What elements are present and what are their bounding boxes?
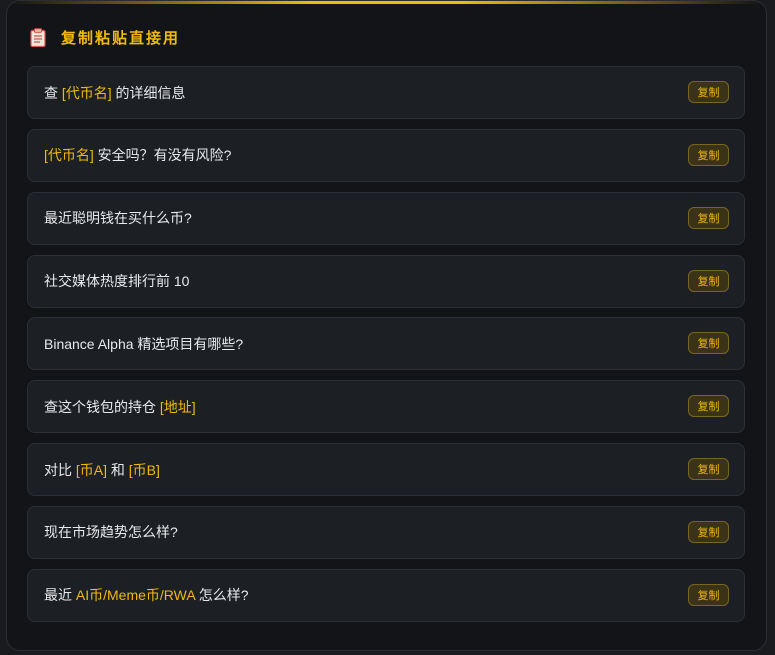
prompt-text-segment: 最近聪明钱在买什么币? bbox=[44, 210, 192, 227]
prompt-text-segment: 查 bbox=[44, 84, 62, 101]
prompt-list: 查 [代币名] 的详细信息 复制 [代币名] 安全吗？有没有风险? 复制 最近聪明钱在买… bbox=[27, 66, 745, 632]
prompt-text-segment: Binance Alpha 精选项目有哪些? bbox=[44, 335, 244, 352]
prompt-row: 查 [代币名] 的详细信息 复制 bbox=[27, 66, 745, 119]
clipboard-icon bbox=[29, 27, 47, 47]
prompt-text: 对比 [币A] 和 [币B] bbox=[44, 460, 160, 480]
prompt-text-segment: 安全吗？有没有风险? bbox=[93, 147, 232, 164]
placeholder-token: [币B] bbox=[128, 461, 160, 478]
card-header: 复制粘贴直接用 bbox=[29, 26, 180, 48]
prompt-row: 查这个钱包的持仓 [地址] 复制 bbox=[27, 380, 745, 434]
prompt-text-segment: 对比 bbox=[44, 461, 76, 478]
prompt-row: 社交媒体热度排行前 10 复制 bbox=[27, 254, 745, 308]
prompt-text: 社交媒体热度排行前 10 bbox=[44, 271, 189, 291]
placeholder-token: [代币名] bbox=[44, 147, 94, 164]
prompt-text-segment: 现在市场趋势怎么样? bbox=[44, 524, 178, 541]
accent-top-line bbox=[7, 1, 766, 4]
prompt-text: 最近聪明钱在买什么币? bbox=[44, 208, 192, 228]
prompt-text: Binance Alpha 精选项目有哪些? bbox=[44, 334, 243, 354]
prompt-row: [代币名] 安全吗？有没有风险? 复制 bbox=[27, 128, 745, 182]
copy-button[interactable]: 复制 bbox=[688, 583, 729, 606]
prompt-text: 查 [代币名] 的详细信息 bbox=[44, 83, 186, 103]
copy-button[interactable]: 复制 bbox=[688, 81, 729, 103]
prompt-row: 现在市场趋势怎么样? 复制 bbox=[27, 505, 745, 559]
copy-button[interactable]: 复制 bbox=[688, 143, 729, 166]
prompt-text-segment: 的详细信息 bbox=[111, 84, 186, 101]
placeholder-token: [代币名] bbox=[61, 84, 112, 101]
prompt-row: 对比 [币A] 和 [币B] 复制 bbox=[27, 443, 745, 497]
copy-button[interactable]: 复制 bbox=[688, 520, 729, 543]
prompt-text: 现在市场趋势怎么样? bbox=[44, 522, 178, 542]
prompt-text: 最近 AI币/Meme币/RWA 怎么样? bbox=[44, 585, 249, 605]
copy-button[interactable]: 复制 bbox=[688, 206, 729, 229]
card-title: 复制粘贴直接用 bbox=[61, 29, 181, 47]
prompt-text-segment: 怎么样? bbox=[194, 587, 249, 604]
prompt-text-segment: 查这个钱包的持仓 bbox=[44, 398, 160, 415]
prompt-card: 复制粘贴直接用 查 [代币名] 的详细信息 复制 [代币名] 安全吗？有没有风险? 复… bbox=[6, 0, 767, 651]
prompt-row: 最近聪明钱在买什么币? 复制 bbox=[27, 191, 745, 245]
copy-button[interactable]: 复制 bbox=[688, 395, 729, 418]
copy-button[interactable]: 复制 bbox=[688, 269, 729, 292]
prompt-text-segment: 最近 bbox=[44, 587, 76, 604]
copy-button[interactable]: 复制 bbox=[688, 458, 729, 481]
prompt-text: 查这个钱包的持仓 [地址] bbox=[44, 397, 196, 417]
prompt-row: Binance Alpha 精选项目有哪些? 复制 bbox=[27, 317, 745, 371]
prompt-row: 最近 AI币/Meme币/RWA 怎么样? 复制 bbox=[27, 568, 745, 622]
prompt-text-segment: 社交媒体热度排行前 10 bbox=[44, 273, 190, 290]
placeholder-token: AI币/Meme币/RWA bbox=[75, 587, 195, 604]
prompt-text-segment: 和 bbox=[107, 461, 129, 478]
placeholder-token: [币A] bbox=[75, 461, 108, 478]
placeholder-token: [地址] bbox=[159, 398, 196, 415]
prompt-text: [代币名] 安全吗？有没有风险? bbox=[44, 145, 231, 165]
copy-button[interactable]: 复制 bbox=[688, 332, 729, 355]
